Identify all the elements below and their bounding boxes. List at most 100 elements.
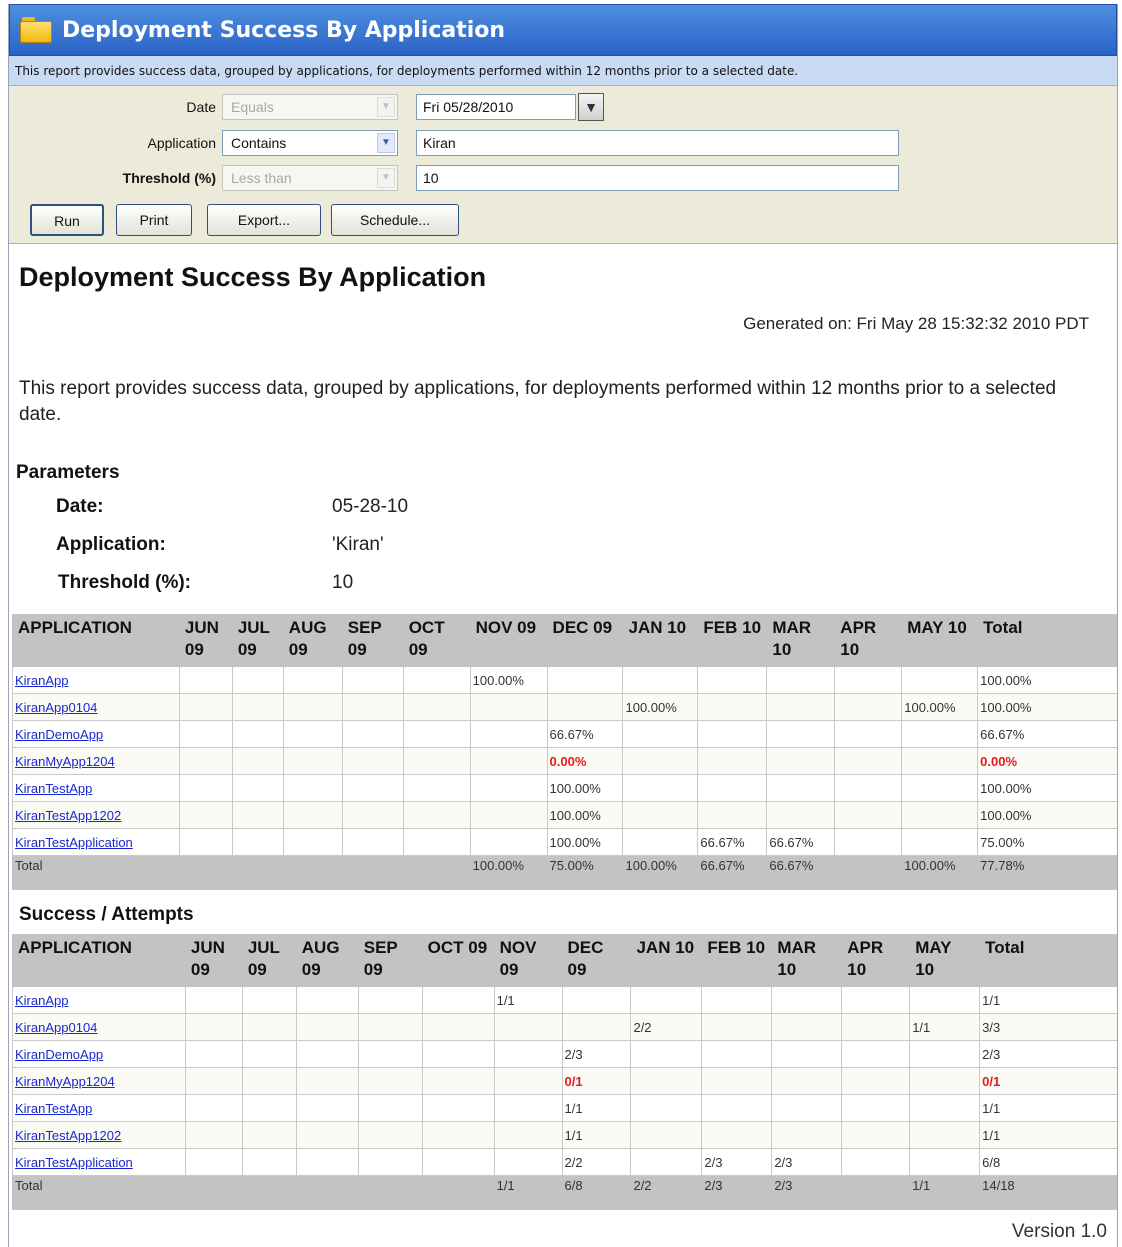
application-link[interactable]: KiranTestApplication: [15, 1155, 133, 1170]
column-header[interactable]: JUN 09: [178, 614, 233, 667]
total-cell: 2/3: [701, 1175, 773, 1210]
table-cell: [841, 1148, 911, 1176]
column-header[interactable]: FEB 10: [697, 614, 768, 667]
column-header[interactable]: MAR 10: [766, 614, 836, 667]
table-cell: [282, 666, 343, 694]
schedule-button[interactable]: Schedule...: [331, 204, 459, 236]
parameters-heading: Parameters: [16, 462, 120, 483]
application-link[interactable]: KiranMyApp1204: [15, 754, 115, 769]
table-cell: 75.00%: [977, 828, 1117, 856]
column-header[interactable]: SEP 09: [357, 934, 423, 987]
table-cell: [834, 801, 903, 829]
application-link[interactable]: KiranDemoApp: [15, 1047, 103, 1062]
table-cell: [469, 747, 548, 775]
column-header[interactable]: DEC 09: [561, 934, 632, 987]
column-header[interactable]: Total: [979, 934, 1117, 987]
application-cell[interactable]: KiranApp: [12, 666, 180, 694]
table-cell: [766, 747, 836, 775]
table-cell: [493, 1121, 563, 1149]
column-header[interactable]: DEC 09: [546, 614, 624, 667]
application-link[interactable]: KiranApp0104: [15, 1020, 97, 1035]
application-link[interactable]: KiranApp: [15, 993, 68, 1008]
print-button[interactable]: Print: [116, 204, 192, 236]
date-input[interactable]: Fri 05/28/2010: [416, 94, 576, 120]
column-header[interactable]: APPLICATION: [12, 614, 180, 667]
column-header[interactable]: AUG 09: [282, 614, 343, 667]
application-cell[interactable]: KiranApp0104: [12, 1013, 186, 1041]
triangle-down-icon: ▼: [584, 99, 598, 115]
column-header[interactable]: Total: [977, 614, 1117, 667]
column-header[interactable]: NOV 09: [469, 614, 548, 667]
table-row: KiranDemoApp 2/3 2/3: [12, 1040, 1117, 1068]
application-cell[interactable]: KiranTestApplication: [12, 828, 180, 856]
total-cell: 66.67%: [697, 855, 768, 890]
application-cell[interactable]: KiranApp: [12, 986, 186, 1014]
application-cell[interactable]: KiranDemoApp: [12, 1040, 186, 1068]
application-cell[interactable]: KiranTestApplication: [12, 1148, 186, 1176]
column-header[interactable]: OCT 09: [402, 614, 471, 667]
application-cell[interactable]: KiranTestApp1202: [12, 801, 180, 829]
column-header[interactable]: NOV 09: [493, 934, 563, 987]
column-header[interactable]: SEP 09: [341, 614, 404, 667]
column-header[interactable]: APPLICATION: [12, 934, 186, 987]
application-link[interactable]: KiranTestApp1202: [15, 1128, 121, 1143]
table-cell: [630, 1040, 703, 1068]
table-cell: 100.00%: [546, 828, 624, 856]
application-input[interactable]: Kiran: [416, 130, 899, 156]
column-header[interactable]: MAY 10: [909, 934, 981, 987]
application-operator-select[interactable]: Contains ▼: [222, 130, 398, 156]
column-header[interactable]: MAY 10: [901, 614, 979, 667]
table-cell: [469, 774, 548, 802]
threshold-input[interactable]: 10: [416, 165, 899, 191]
table-cell: [909, 1094, 981, 1122]
report-title: Deployment Success By Application: [19, 262, 487, 292]
table-cell: 100.00%: [977, 801, 1117, 829]
table-cell: [341, 774, 404, 802]
table-cell: [630, 1148, 703, 1176]
column-header[interactable]: APR 10: [834, 614, 903, 667]
column-header[interactable]: APR 10: [841, 934, 911, 987]
table-row: KiranTestApp1202 1/1 1/1: [12, 1121, 1117, 1149]
table-cell: [622, 801, 699, 829]
column-header[interactable]: JAN 10: [622, 614, 699, 667]
column-header[interactable]: JAN 10: [630, 934, 703, 987]
application-cell[interactable]: KiranMyApp1204: [12, 747, 180, 775]
date-picker-button[interactable]: ▼: [578, 93, 604, 121]
application-link[interactable]: KiranTestApp: [15, 1101, 92, 1116]
application-link[interactable]: KiranApp: [15, 673, 68, 688]
application-link[interactable]: KiranApp0104: [15, 700, 97, 715]
application-cell[interactable]: KiranDemoApp: [12, 720, 180, 748]
export-button[interactable]: Export...: [207, 204, 321, 236]
table-row: KiranTestApplication 2/2 2/3 2/3 6/8: [12, 1148, 1117, 1176]
column-header[interactable]: JUN 09: [184, 934, 243, 987]
table-cell: [184, 1148, 243, 1176]
application-cell[interactable]: KiranApp0104: [12, 693, 180, 721]
table-cell: [697, 666, 768, 694]
application-link[interactable]: KiranTestApp: [15, 781, 92, 796]
table-cell: [295, 1040, 359, 1068]
table-cell: [766, 666, 836, 694]
application-cell[interactable]: KiranMyApp1204: [12, 1067, 186, 1095]
total-cell: 1/1: [493, 1175, 563, 1210]
application-link[interactable]: KiranDemoApp: [15, 727, 103, 742]
table-cell: [282, 828, 343, 856]
application-cell[interactable]: KiranTestApp1202: [12, 1121, 186, 1149]
application-link[interactable]: KiranTestApplication: [15, 835, 133, 850]
column-header[interactable]: OCT 09: [421, 934, 495, 987]
application-cell[interactable]: KiranTestApp: [12, 774, 180, 802]
column-header[interactable]: JUL 09: [241, 934, 297, 987]
column-header[interactable]: AUG 09: [295, 934, 359, 987]
table-cell: [421, 986, 495, 1014]
run-button[interactable]: Run: [30, 204, 104, 236]
column-header[interactable]: JUL 09: [231, 614, 284, 667]
application-cell[interactable]: KiranTestApp: [12, 1094, 186, 1122]
application-link[interactable]: KiranMyApp1204: [15, 1074, 115, 1089]
table-row: KiranMyApp1204 0.00% 0.00%: [12, 747, 1117, 775]
table-cell: 100.00%: [977, 774, 1117, 802]
total-cell: [341, 855, 404, 890]
table-cell: [766, 693, 836, 721]
application-link[interactable]: KiranTestApp1202: [15, 808, 121, 823]
column-header[interactable]: MAR 10: [771, 934, 843, 987]
column-header[interactable]: FEB 10: [701, 934, 773, 987]
threshold-operator-value: Less than: [231, 170, 292, 186]
